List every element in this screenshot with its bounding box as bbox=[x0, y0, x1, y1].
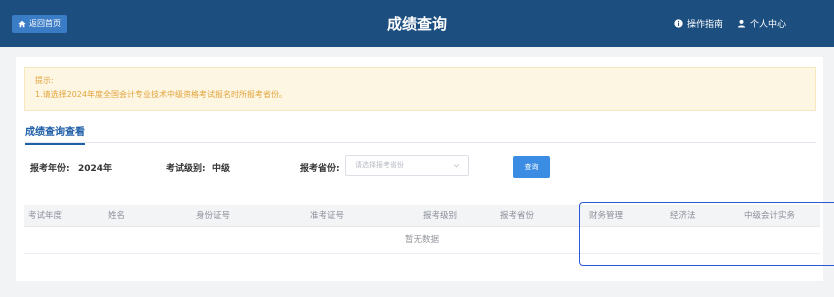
level-label: 考试级别: bbox=[166, 164, 206, 174]
col-economic-law: 经济法 bbox=[670, 211, 696, 221]
col-exam-level: 报考级别 bbox=[423, 211, 458, 221]
table-header: 考试年度 姓名 身份证号 准考证号 报考级别 报考省份 财务管理 经济法 中级会… bbox=[24, 205, 820, 227]
province-placeholder: 请选择报考省份 bbox=[355, 161, 404, 169]
back-home-label: 返回首页 bbox=[29, 19, 61, 28]
score-table: 考试年度 姓名 身份证号 准考证号 报考级别 报考省份 财务管理 经济法 中级会… bbox=[24, 205, 820, 254]
operation-guide-link[interactable]: 操作指南 bbox=[674, 17, 723, 30]
year-label: 报考年份: bbox=[30, 164, 70, 174]
col-name: 姓名 bbox=[108, 211, 126, 221]
col-exam-year: 考试年度 bbox=[28, 211, 63, 221]
user-center-label: 个人中心 bbox=[749, 20, 786, 30]
user-icon bbox=[737, 19, 746, 28]
empty-state: 暂无数据 bbox=[404, 235, 439, 245]
main-card: 提示: 1.请选择2024年度全国会计专业技术中级资格考试报名时所报考省份。 成… bbox=[16, 57, 823, 281]
col-exam-province: 报考省份 bbox=[500, 211, 535, 221]
query-button[interactable]: 查询 bbox=[513, 156, 550, 178]
operation-guide-label: 操作指南 bbox=[686, 20, 723, 30]
table-body: 暂无数据 bbox=[24, 227, 820, 254]
notice-box: 提示: 1.请选择2024年度全国会计专业技术中级资格考试报名时所报考省份。 bbox=[24, 67, 816, 111]
user-center-link[interactable]: 个人中心 bbox=[737, 17, 786, 30]
notice-line: 1.请选择2024年度全国会计专业技术中级资格考试报名时所报考省份。 bbox=[35, 90, 287, 99]
top-header: 返回首页 成绩查询 操作指南 个人中心 bbox=[0, 0, 834, 47]
col-financial-management: 财务管理 bbox=[589, 211, 624, 221]
home-icon bbox=[18, 20, 26, 28]
province-label: 报考省份: bbox=[300, 164, 340, 174]
chevron-down-icon bbox=[453, 164, 460, 168]
notice-title: 提示: bbox=[35, 76, 54, 85]
back-home-button[interactable]: 返回首页 bbox=[12, 15, 67, 33]
info-icon bbox=[674, 19, 683, 28]
tab-divider bbox=[25, 142, 816, 143]
province-select[interactable]: 请选择报考省份 bbox=[345, 155, 469, 176]
col-intermediate-accounting: 中级会计实务 bbox=[744, 211, 796, 221]
year-value: 2024年 bbox=[78, 164, 113, 174]
col-admission-number: 准考证号 bbox=[310, 211, 345, 221]
level-value: 中级 bbox=[212, 164, 231, 174]
col-id-number: 身份证号 bbox=[196, 211, 231, 221]
